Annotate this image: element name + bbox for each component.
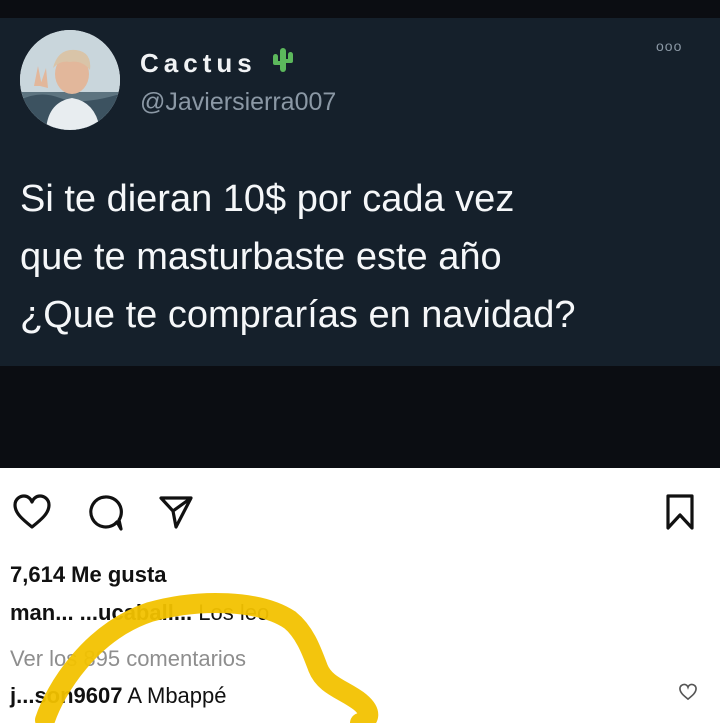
share-icon[interactable] xyxy=(158,494,194,535)
heart-icon[interactable] xyxy=(12,493,52,536)
tweet-text-line: que te masturbaste este año xyxy=(20,236,502,278)
tweet-screenshot: Cactus @Javiersierra007 ooo Si te dieran… xyxy=(0,0,720,468)
comment-like-heart-icon[interactable] xyxy=(678,683,698,706)
comment-icon[interactable] xyxy=(86,494,124,537)
tweet-text: Si te dieran 10$ por cada vez que te mas… xyxy=(20,170,710,344)
bookmark-icon[interactable] xyxy=(664,493,696,536)
caption-text: Los leo xyxy=(192,600,270,625)
post-caption: man... ...ucaball... Los leo xyxy=(10,600,269,626)
likes-count[interactable]: 7,614 Me gusta xyxy=(10,562,167,588)
cactus-emoji-icon xyxy=(271,46,295,81)
tweet-handle[interactable]: @Javiersierra007 xyxy=(140,88,336,117)
view-comments-link[interactable]: Ver los 895 comentarios xyxy=(10,646,246,672)
more-options-icon[interactable]: ooo xyxy=(656,38,682,54)
comment-row: j...son9607 A Mbappé xyxy=(10,683,227,709)
comment-text: A Mbappé xyxy=(122,683,227,708)
tweet-text-line: Si te dieran 10$ por cada vez xyxy=(20,178,515,220)
display-name-text: Cactus xyxy=(140,48,257,78)
tweet-display-name[interactable]: Cactus xyxy=(140,46,295,81)
comment-username[interactable]: j...son9607 xyxy=(10,683,123,708)
avatar[interactable] xyxy=(20,30,120,130)
caption-username[interactable]: man... ...ucaball... xyxy=(10,600,192,625)
tweet-text-line: ¿Que te comprarías en navidad? xyxy=(20,294,576,336)
